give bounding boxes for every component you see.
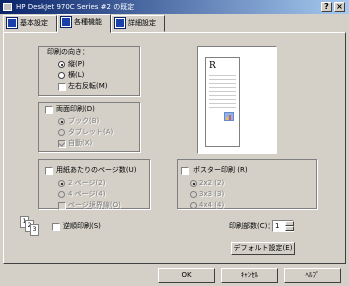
tab-advanced[interactable]: 詳細設定 bbox=[111, 15, 165, 32]
duplex-label: 両面印刷(D) bbox=[56, 105, 95, 113]
poster-4x4-label: 4x4 (4) bbox=[199, 201, 225, 209]
poster-checkbox[interactable] bbox=[181, 167, 189, 175]
tab-advanced-icon bbox=[115, 18, 125, 28]
copies-spinner[interactable]: 1 bbox=[272, 220, 294, 232]
page-border-label: ページ境界線(O) bbox=[68, 201, 121, 209]
page-order-sheet: 3 bbox=[30, 224, 39, 236]
book-radio[interactable] bbox=[58, 118, 65, 125]
copies-label: 印刷部数(C)： bbox=[229, 222, 275, 230]
printer-icon bbox=[3, 3, 12, 11]
close-button[interactable]: × bbox=[334, 2, 345, 12]
pages-per-sheet-checkbox[interactable] bbox=[45, 167, 53, 175]
preview-text-line bbox=[209, 83, 236, 84]
reverse-label: 逆順印刷(S) bbox=[63, 222, 101, 230]
landscape-label: 横(L) bbox=[68, 71, 85, 79]
poster-2x2-radio[interactable] bbox=[190, 180, 197, 187]
copies-value: 1 bbox=[275, 222, 280, 230]
preview-text-line bbox=[209, 103, 236, 104]
preview-text-line bbox=[209, 87, 236, 88]
two-pages-radio[interactable] bbox=[58, 180, 65, 187]
auto-checkbox[interactable] bbox=[58, 140, 66, 148]
preview-text-line bbox=[209, 79, 236, 80]
four-pages-radio[interactable] bbox=[58, 191, 65, 198]
preview-text-line bbox=[209, 95, 236, 96]
pages-per-sheet-label: 用紙あたりのページ数(U) bbox=[56, 166, 137, 174]
help-button[interactable]: ﾍﾙﾌﾟ bbox=[284, 268, 341, 283]
poster-4x4-radio[interactable] bbox=[190, 202, 197, 209]
four-pages-label: 4 ページ(4) bbox=[68, 190, 106, 198]
help-title-button[interactable]: ? bbox=[321, 2, 332, 12]
spin-down-icon[interactable] bbox=[285, 226, 294, 231]
window-title: HP DeskJet 970C Series #2 の既定 bbox=[16, 3, 135, 11]
preview-chart-bar bbox=[229, 115, 231, 120]
ok-button[interactable]: OK bbox=[158, 268, 215, 283]
portrait-label: 縦(P) bbox=[68, 60, 85, 68]
preview-text-line bbox=[209, 75, 236, 76]
preview-text-line bbox=[209, 107, 236, 108]
two-pages-label: 2 ページ(2) bbox=[68, 179, 106, 187]
poster-3x3-radio[interactable] bbox=[190, 191, 197, 198]
rotate-label: 左右反転(M) bbox=[68, 82, 108, 90]
tab-basic[interactable]: 基本設定 bbox=[3, 15, 57, 32]
preview-page: R bbox=[205, 57, 240, 147]
preview-chart-icon bbox=[224, 112, 234, 121]
preview-text-line bbox=[209, 99, 236, 100]
duplex-checkbox[interactable] bbox=[45, 106, 53, 114]
tablet-radio[interactable] bbox=[58, 129, 65, 136]
poster-3x3-label: 3x3 (3) bbox=[199, 190, 225, 198]
auto-label: 自動(X) bbox=[68, 139, 93, 147]
page-order-icon: 1 2 3 bbox=[20, 216, 40, 236]
reverse-checkbox[interactable] bbox=[52, 223, 60, 231]
page-border-checkbox[interactable] bbox=[58, 202, 66, 210]
landscape-radio[interactable] bbox=[58, 72, 65, 79]
poster-label: ポスター印刷 (R) bbox=[193, 166, 248, 174]
title-bar: HP DeskJet 970C Series #2 の既定 bbox=[0, 0, 349, 14]
tab-basic-icon bbox=[7, 18, 17, 28]
book-label: ブック(B) bbox=[68, 117, 100, 125]
default-settings-button[interactable]: デフォルト設定(E) bbox=[231, 242, 295, 255]
orientation-label: 印刷の向き： bbox=[47, 48, 89, 56]
tablet-label: タブレット(A) bbox=[68, 128, 114, 136]
tab-features[interactable]: 各種機能 bbox=[57, 14, 111, 33]
portrait-radio[interactable] bbox=[58, 61, 65, 68]
tab-features-icon bbox=[61, 17, 71, 27]
poster-2x2-label: 2x2 (2) bbox=[199, 179, 225, 187]
rotate-checkbox[interactable] bbox=[58, 83, 66, 91]
preview-chart-bar bbox=[226, 117, 228, 120]
preview-text-line bbox=[209, 91, 236, 92]
preview-letter: R bbox=[209, 61, 216, 71]
cancel-button[interactable]: ｷｬﾝｾﾙ bbox=[221, 268, 278, 283]
